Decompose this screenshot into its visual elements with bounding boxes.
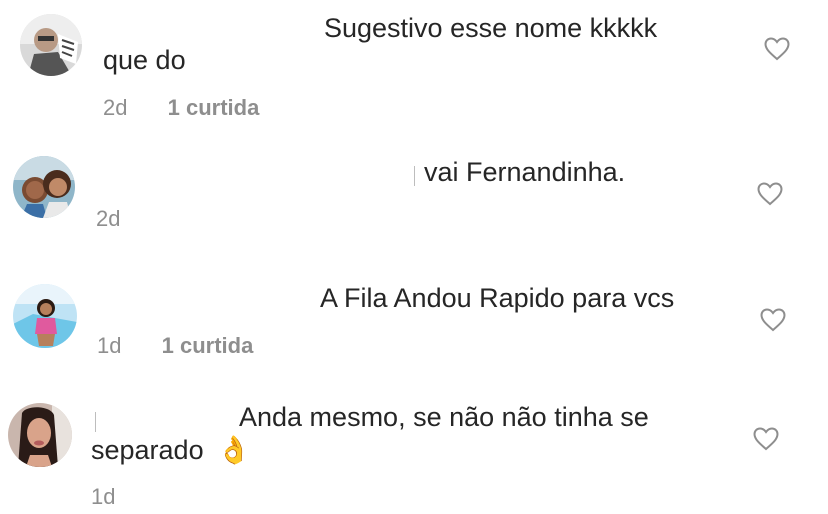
heart-outline-icon[interactable] bbox=[757, 182, 783, 206]
comment-meta: 1d 1 curtida bbox=[97, 333, 253, 359]
comment-text-line-2: que do bbox=[103, 45, 186, 75]
comment-timestamp[interactable]: 1d bbox=[91, 484, 115, 509]
comment-like-count[interactable]: 1 curtida bbox=[168, 95, 260, 120]
two-girls-selfie-avatar-icon[interactable] bbox=[13, 156, 75, 218]
heart-outline-icon[interactable] bbox=[764, 37, 790, 61]
girl-in-pink-avatar-icon[interactable] bbox=[13, 284, 77, 348]
comment-meta: 2d 1 curtida bbox=[103, 95, 259, 121]
comment-text-line-1: vai Fernandinha. bbox=[424, 157, 626, 187]
hidden-mention-marker bbox=[414, 166, 415, 186]
heart-outline-icon[interactable] bbox=[753, 427, 779, 451]
comment-timestamp[interactable]: 1d bbox=[97, 333, 121, 358]
comment-text-line-1: Anda mesmo, se não não tinha se bbox=[239, 402, 649, 432]
comment-meta: 1d bbox=[91, 484, 115, 510]
man-with-glasses-avatar-icon[interactable] bbox=[20, 14, 82, 76]
heart-outline-icon[interactable] bbox=[760, 308, 786, 332]
comment-timestamp[interactable]: 2d bbox=[103, 95, 127, 120]
comment-text-line-2: separado 👌 bbox=[91, 434, 251, 467]
ok-hand-emoji: 👌 bbox=[217, 435, 251, 466]
woman-portrait-avatar-icon[interactable] bbox=[8, 403, 72, 467]
comment-meta: 2d bbox=[96, 206, 120, 232]
comment-like-count[interactable]: 1 curtida bbox=[162, 333, 254, 358]
comment-text-line-1: Sugestivo esse nome kkkkk bbox=[324, 13, 658, 43]
hidden-mention-marker bbox=[95, 412, 96, 432]
comment-timestamp[interactable]: 2d bbox=[96, 206, 120, 231]
comment-text-word: separado bbox=[91, 435, 204, 465]
comment-text-line-1: A Fila Andou Rapido para vcs bbox=[320, 283, 675, 313]
